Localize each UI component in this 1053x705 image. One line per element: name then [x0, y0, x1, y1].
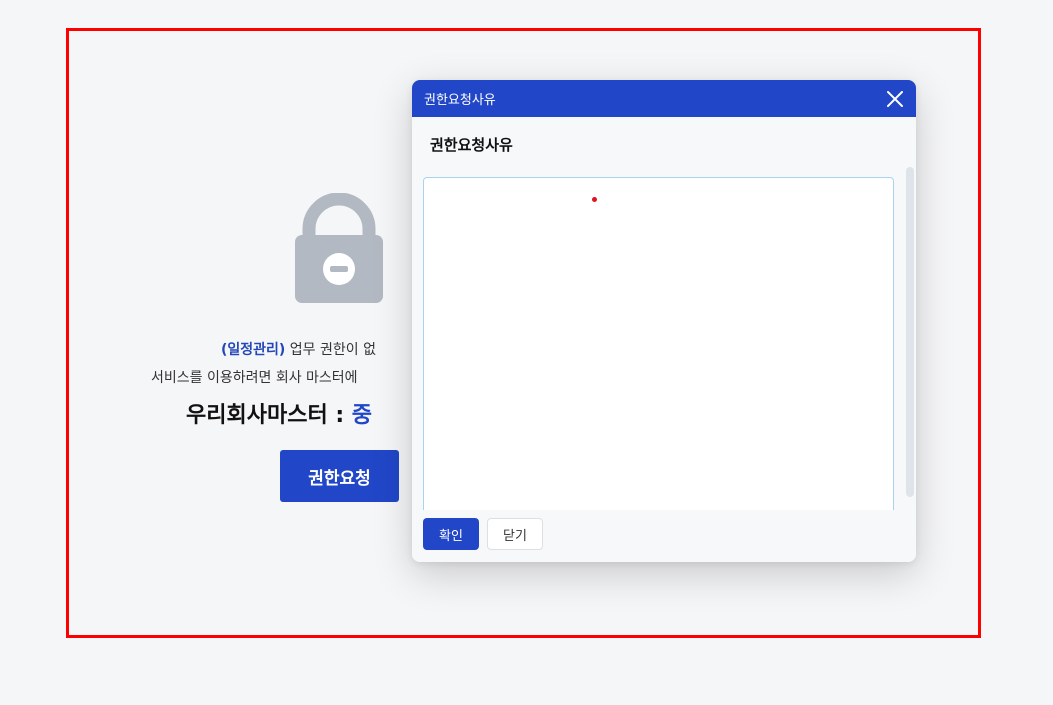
module-name: (일정관리) — [221, 342, 286, 358]
confirm-button[interactable]: 확인 — [423, 518, 479, 550]
company-master-info: 우리회사마스터 : 중 — [186, 397, 372, 429]
master-label: 우리회사마스터 : — [186, 403, 352, 428]
request-permission-button[interactable]: 권한요청 — [280, 450, 399, 502]
no-permission-message: (일정관리) 업무 권한이 없 — [221, 339, 376, 359]
contact-master-message: 서비스를 이용하려면 회사 마스터에 — [151, 370, 358, 386]
dialog-footer: 확인 닫기 — [412, 510, 916, 562]
master-name: 중 — [351, 403, 373, 428]
dialog-title: 권한요청사유 — [424, 93, 496, 108]
close-icon[interactable] — [886, 90, 904, 108]
reason-textarea[interactable] — [423, 177, 894, 517]
dialog-subtitle: 권한요청사유 — [430, 136, 513, 154]
no-permission-text: 업무 권한이 없 — [285, 342, 376, 358]
dialog-scrollbar[interactable] — [906, 167, 914, 497]
lock-icon — [295, 193, 383, 303]
cursor-marker — [592, 197, 597, 202]
dialog-header: 권한요청사유 — [412, 80, 916, 117]
close-button[interactable]: 닫기 — [487, 518, 543, 550]
permission-request-dialog: 권한요청사유 권한요청사유 확인 닫기 — [412, 80, 916, 562]
